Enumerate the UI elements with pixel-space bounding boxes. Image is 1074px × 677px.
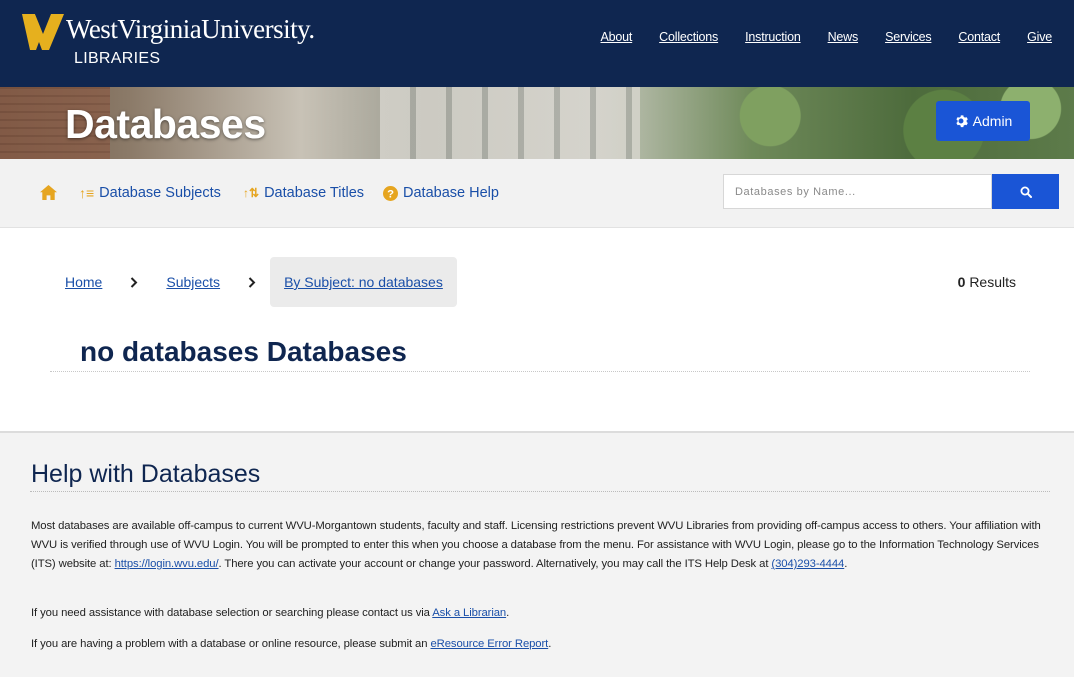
its-phone-link[interactable]: (304)293-4444	[771, 558, 844, 570]
page-banner: Databases Admin	[0, 87, 1074, 159]
help-section: Help with Databases Most databases are a…	[0, 431, 1074, 677]
help-heading: Help with Databases	[31, 460, 261, 488]
logo-libraries-text: LIBRARIES	[74, 50, 161, 67]
nav-instruction[interactable]: Instruction	[745, 30, 801, 44]
top-navigation: About Collections Instruction News Servi…	[574, 30, 1053, 44]
chevron-right-icon	[248, 276, 256, 288]
help-paragraph-librarian: If you need assistance with database sel…	[31, 604, 1049, 623]
divider	[50, 371, 1030, 372]
help-text: . There you can activate your account or…	[218, 558, 772, 570]
help-text: .	[506, 607, 510, 619]
breadcrumb: Home Subjects By Subject: no databases	[65, 257, 457, 307]
search-icon	[1020, 186, 1032, 198]
help-text: If you need assistance with database sel…	[31, 607, 433, 619]
subnav-database-help[interactable]: ? Database Help	[383, 185, 499, 201]
subnav-subjects-label: Database Subjects	[99, 185, 221, 201]
subnav-titles-label: Database Titles	[264, 185, 365, 201]
nav-collections[interactable]: Collections	[659, 30, 718, 44]
chevron-right-icon	[130, 276, 138, 288]
admin-button[interactable]: Admin	[936, 101, 1030, 141]
wvu-login-link[interactable]: https://login.wvu.edu/	[115, 558, 219, 570]
results-number: 0	[957, 274, 966, 290]
results-label: Results	[969, 274, 1016, 290]
admin-label: Admin	[972, 113, 1013, 129]
breadcrumb-current-link[interactable]: By Subject: no databases	[284, 274, 443, 290]
subnav-help-label: Database Help	[403, 185, 499, 201]
help-text: .	[844, 558, 848, 570]
subject-heading: no databases Databases	[80, 336, 407, 367]
help-text: If you are having a problem with a datab…	[31, 638, 431, 650]
subnav-database-titles[interactable]: ↑⇅ Database Titles	[243, 185, 364, 201]
gear-icon	[956, 115, 968, 128]
nav-services[interactable]: Services	[885, 30, 932, 44]
database-subnav: ↑≡ Database Subjects ↑⇅ Database Titles …	[0, 159, 1074, 228]
banner-photo-building	[380, 87, 640, 159]
breadcrumb-subjects[interactable]: Subjects	[166, 274, 220, 290]
nav-about[interactable]: About	[601, 30, 633, 44]
subnav-database-subjects[interactable]: ↑≡ Database Subjects	[79, 185, 221, 201]
question-circle-icon: ?	[383, 185, 398, 201]
nav-news[interactable]: News	[828, 30, 859, 44]
site-header: WestVirginiaUniversity. LIBRARIES About …	[0, 0, 1074, 87]
subnav-home[interactable]	[40, 185, 57, 200]
eresource-error-report-link[interactable]: eResource Error Report	[430, 638, 548, 650]
home-icon	[40, 185, 57, 200]
database-search-input[interactable]	[723, 174, 992, 209]
breadcrumb-home[interactable]: Home	[65, 274, 102, 290]
breadcrumb-current: By Subject: no databases	[270, 257, 457, 307]
wvu-libraries-logo[interactable]: WestVirginiaUniversity. LIBRARIES	[22, 12, 315, 72]
svg-text:?: ?	[387, 188, 394, 200]
nav-give[interactable]: Give	[1027, 30, 1052, 44]
help-paragraph-error: If you are having a problem with a datab…	[31, 635, 1049, 654]
results-count: 0 Results	[958, 274, 1016, 290]
logo-university-text: WestVirginiaUniversity.	[66, 14, 315, 44]
divider	[30, 491, 1050, 492]
search-button[interactable]	[992, 174, 1059, 209]
page-title: Databases	[65, 101, 266, 147]
nav-contact[interactable]: Contact	[958, 30, 1000, 44]
help-text: .	[548, 638, 552, 650]
sort-amount-icon: ↑≡	[79, 185, 95, 201]
ask-a-librarian-link[interactable]: Ask a Librarian	[432, 607, 506, 619]
flying-wv-icon	[22, 14, 64, 50]
sort-alpha-icon: ↑⇅	[243, 186, 260, 200]
help-paragraph-access: Most databases are available off-campus …	[31, 517, 1049, 574]
